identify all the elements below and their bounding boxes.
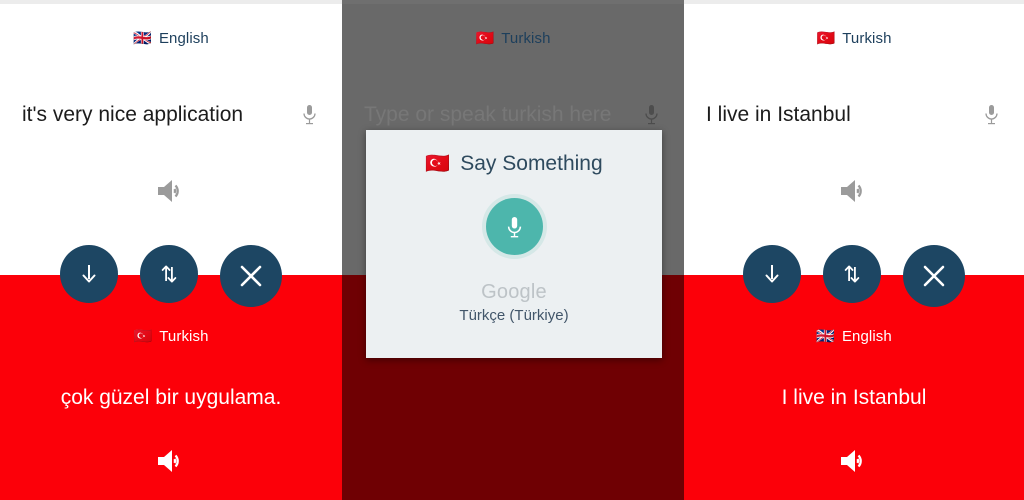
speaker-icon (158, 450, 179, 472)
clear-button[interactable] (220, 245, 282, 307)
download-button[interactable] (743, 245, 801, 303)
turkey-flag-icon: 🇹🇷 (475, 30, 495, 47)
target-speak-button[interactable] (0, 448, 342, 474)
source-language-selector[interactable]: 🇹🇷 Turkish (342, 30, 684, 47)
dialog-mic-row (366, 198, 662, 255)
source-speak-button[interactable] (0, 178, 342, 204)
turkey-flag-icon: 🇹🇷 (425, 153, 451, 175)
source-language-label: Turkish (842, 30, 892, 47)
status-bar (0, 0, 342, 4)
swap-vertical-icon (844, 265, 860, 283)
source-text-row: I live in Istanbul (684, 102, 1024, 127)
swap-vertical-icon (161, 265, 177, 283)
swap-languages-button[interactable] (823, 245, 881, 303)
status-bar (342, 0, 684, 4)
microphone-icon[interactable] (298, 104, 320, 126)
speaker-icon (841, 450, 862, 472)
panel-listening: 🇹🇷 Turkish Type or speak turkish here 🇹🇷… (342, 0, 684, 500)
arrow-down-icon (82, 265, 96, 283)
close-icon (923, 265, 945, 287)
uk-flag-icon: 🇬🇧 (133, 30, 152, 47)
speaker-icon (158, 180, 179, 202)
arrow-down-icon (765, 265, 779, 283)
turkey-flag-icon: 🇹🇷 (816, 30, 836, 47)
source-language-label: Turkish (501, 30, 551, 47)
uk-flag-icon: 🇬🇧 (816, 328, 835, 345)
close-icon (240, 265, 262, 287)
download-button[interactable] (60, 245, 118, 303)
translated-text: I live in Istanbul (781, 386, 927, 409)
dialog-brand: Google (481, 281, 547, 303)
panel-translated: 🇬🇧 English it's very nice application 🇹🇷… (0, 0, 342, 500)
listen-button[interactable] (485, 198, 543, 255)
dialog-title: Say Something (460, 152, 603, 175)
target-language-selector[interactable]: 🇬🇧 English (684, 328, 1024, 345)
turkey-flag-icon: 🇹🇷 (133, 328, 153, 345)
swap-languages-button[interactable] (140, 245, 198, 303)
source-language-selector[interactable]: 🇹🇷 Turkish (684, 30, 1024, 47)
dialog-title-row: 🇹🇷 Say Something (366, 130, 662, 176)
microphone-icon[interactable] (980, 104, 1002, 126)
action-button-row (684, 245, 1024, 307)
source-text-input[interactable]: Type or speak turkish here (364, 102, 640, 127)
source-language-selector[interactable]: 🇬🇧 English (0, 30, 342, 47)
screenshot-root: 🇬🇧 English it's very nice application 🇹🇷… (0, 0, 1024, 500)
source-text-row: it's very nice application (0, 102, 342, 127)
status-bar (684, 0, 1024, 4)
target-language-label: Turkish (159, 328, 209, 345)
source-text-input[interactable]: I live in Istanbul (706, 102, 980, 127)
target-language-selector[interactable]: 🇹🇷 Turkish (0, 328, 342, 345)
speaker-icon (841, 180, 862, 202)
microphone-icon[interactable] (640, 104, 662, 126)
source-language-label: English (158, 30, 209, 47)
microphone-icon (507, 216, 521, 237)
target-language-label: English (841, 328, 892, 345)
source-text-input[interactable]: it's very nice application (22, 102, 298, 127)
action-button-row (0, 245, 342, 307)
translated-text: çok güzel bir uygulama. (60, 386, 282, 409)
source-text-row: Type or speak turkish here (342, 102, 684, 127)
dialog-locale: Türkçe (Türkiye) (459, 307, 569, 324)
clear-button[interactable] (903, 245, 965, 307)
speech-input-dialog: 🇹🇷 Say Something Google Türkçe (Türkiye) (366, 130, 662, 358)
source-speak-button[interactable] (684, 178, 1024, 204)
panel-result: 🇹🇷 Turkish I live in Istanbul 🇬🇧 English… (684, 0, 1024, 500)
target-speak-button[interactable] (684, 448, 1024, 474)
